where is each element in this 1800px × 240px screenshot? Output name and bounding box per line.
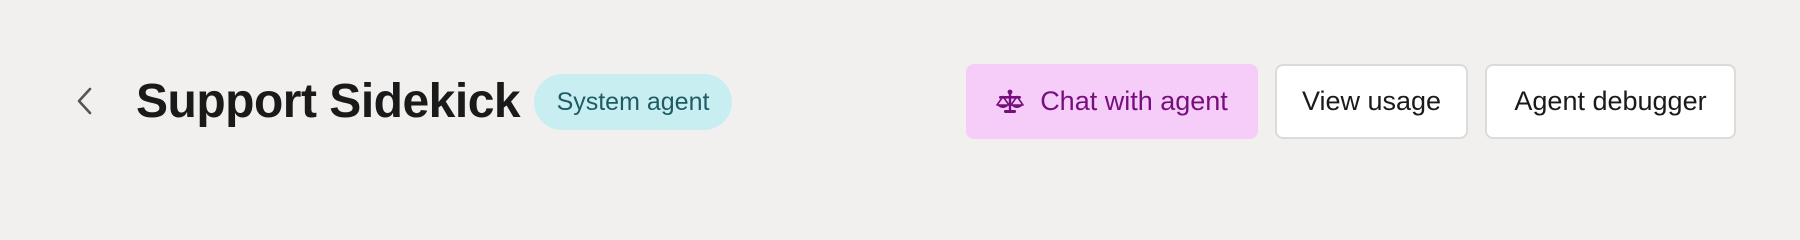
page-title: Support Sidekick (136, 75, 521, 128)
system-agent-badge: System agent (534, 74, 732, 130)
chat-with-agent-label: Chat with agent (1040, 86, 1228, 116)
agent-debugger-button[interactable]: Agent debugger (1485, 64, 1736, 139)
page-header: Support Sidekick System agent Chat with … (0, 0, 1800, 240)
chevron-left-icon (75, 86, 95, 116)
scales-icon (996, 88, 1024, 116)
chat-with-agent-button[interactable]: Chat with agent (966, 64, 1258, 139)
view-usage-button[interactable]: View usage (1275, 64, 1468, 139)
back-button[interactable] (70, 84, 100, 118)
